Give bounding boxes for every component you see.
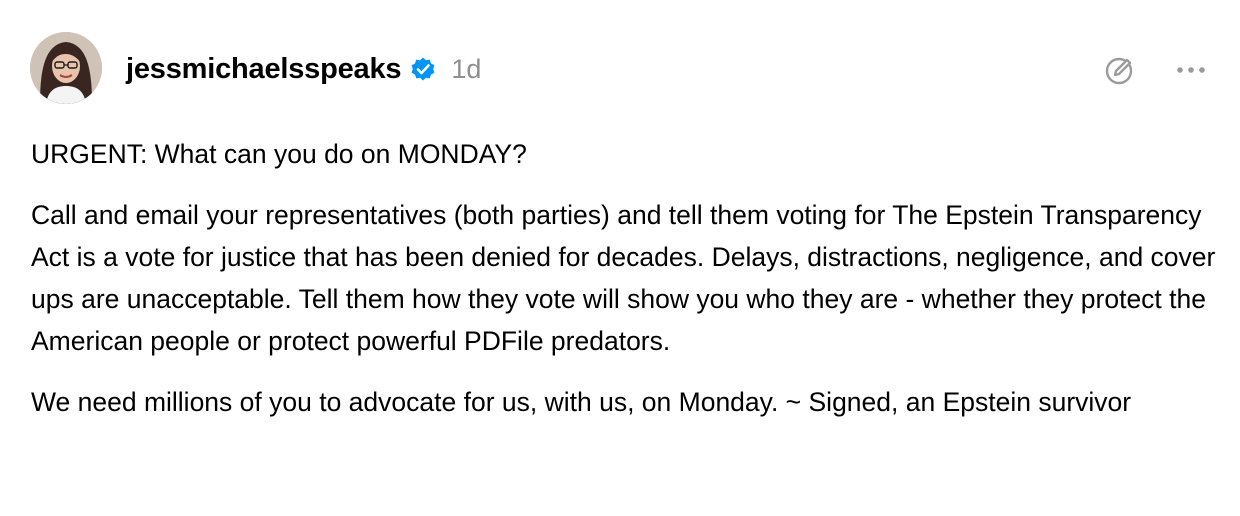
verified-badge-icon <box>409 55 437 83</box>
author-avatar[interactable] <box>30 32 102 104</box>
post-card: jessmichaelsspeaks 1d URGENT: What can y… <box>0 0 1240 516</box>
ellipsis-icon[interactable] <box>1171 50 1211 90</box>
post-body: URGENT: What can you do on MONDAY? Call … <box>31 133 1216 442</box>
avatar-image <box>30 32 102 104</box>
post-timestamp: 1d <box>451 53 482 84</box>
post-paragraph-2: Call and email your representatives (bot… <box>31 200 1216 356</box>
author-username[interactable]: jessmichaelsspeaks <box>126 53 402 86</box>
post-paragraph-3: We need millions of you to advocate for … <box>31 387 1132 417</box>
post-header: jessmichaelsspeaks 1d <box>126 48 481 90</box>
post-paragraph-1: URGENT: What can you do on MONDAY? <box>31 139 527 169</box>
pen-circle-icon[interactable] <box>1100 50 1140 90</box>
